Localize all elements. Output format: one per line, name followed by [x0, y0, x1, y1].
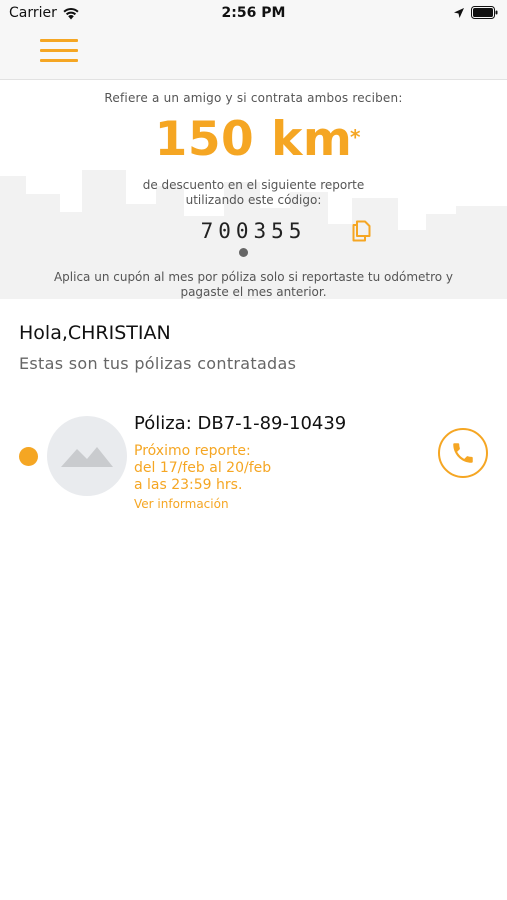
status-icons [447, 6, 498, 19]
location-arrow-icon [454, 7, 464, 18]
referral-code[interactable]: 700355 [201, 219, 307, 243]
status-bar: Carrier 2:56 PM [0, 0, 507, 28]
referral-description-line2: utilizando este código: [185, 193, 322, 207]
menu-line [40, 49, 78, 52]
referral-amount: 150 km [154, 112, 353, 167]
copy-icon[interactable] [352, 220, 371, 242]
referral-description-line1: de descuento en el siguiente reporte [142, 178, 365, 192]
referral-banner: Refiere a un amigo y si contrata ambos r… [0, 80, 507, 299]
referral-note: Aplica un cupón al mes por póliza solo s… [0, 270, 507, 299]
policy-number: Póliza: DB7-1-89-10439 [134, 413, 347, 434]
referral-note-line1: Aplica un cupón al mes por póliza solo s… [53, 270, 454, 284]
next-report-info: Próximo reporte: del 17/feb al 20/feb a … [134, 443, 271, 494]
menu-line [40, 59, 78, 62]
referral-note-line2: pagaste el mes anterior. [180, 285, 327, 299]
call-button[interactable] [438, 428, 488, 478]
page-indicator-dot [239, 248, 248, 257]
next-report-time: a las 23:59 hrs. [134, 477, 243, 493]
nav-bar [0, 28, 507, 80]
greeting-title: Hola,CHRISTIAN [19, 322, 171, 344]
referral-code-row: 700355 [0, 219, 507, 243]
menu-line [40, 39, 78, 42]
policy-status-dot [19, 447, 38, 466]
battery-icon [471, 6, 498, 19]
referral-intro: Refiere a un amigo y si contrata ambos r… [104, 91, 403, 105]
referral-asterisk: * [350, 125, 361, 149]
policy-image-placeholder [47, 416, 127, 496]
phone-icon [453, 443, 473, 463]
see-info-link[interactable]: Ver información [134, 497, 229, 511]
next-report-label: Próximo reporte: [134, 443, 251, 459]
policy-list-item[interactable]: Póliza: DB7-1-89-10439 Próximo reporte: … [0, 405, 507, 520]
clock: 2:56 PM [221, 5, 286, 21]
next-report-dates: del 17/feb al 20/feb [134, 460, 272, 476]
image-placeholder-icon [61, 447, 113, 467]
greeting-subtitle: Estas son tus pólizas contratadas [19, 354, 297, 373]
hamburger-menu-icon[interactable] [40, 39, 79, 65]
referral-description: de descuento en el siguiente reporte uti… [0, 178, 507, 208]
